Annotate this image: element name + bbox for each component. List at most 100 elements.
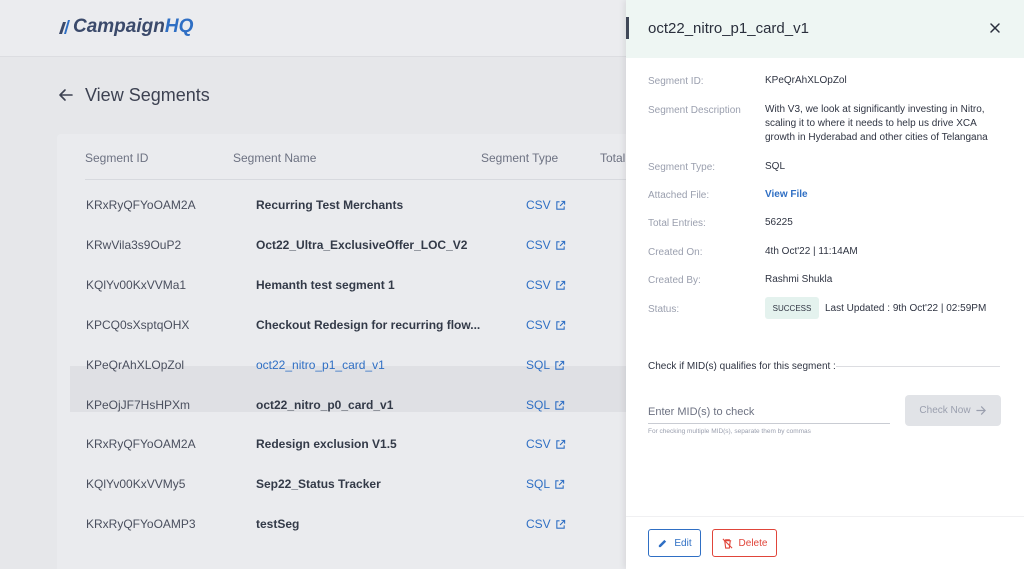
value-total-entries: 56225	[765, 217, 793, 228]
segment-name-cell[interactable]: oct22_nitro_p0_card_v1	[256, 398, 393, 412]
external-link-icon	[555, 200, 565, 210]
table-row[interactable]: KQlYv00KxVVMy5 Sep22_Status Tracker SQL	[0, 477, 640, 497]
segment-name-cell[interactable]: Hemanth test segment 1	[256, 278, 395, 292]
back-arrow-icon[interactable]	[58, 87, 74, 103]
segment-id-cell: KPeQrAhXLOpZol	[86, 358, 185, 372]
label-segment-id: Segment ID:	[648, 76, 704, 87]
segment-name-cell[interactable]: Recurring Test Merchants	[256, 198, 403, 212]
table-row[interactable]: KQlYv00KxVVMa1 Hemanth test segment 1 CSV	[0, 278, 640, 298]
brand-logo[interactable]: Campaign HQ	[57, 16, 193, 38]
mid-input[interactable]	[648, 400, 890, 424]
segment-name-cell[interactable]: Redesign exclusion V1.5	[256, 437, 397, 451]
segment-type-link[interactable]: SQL	[526, 398, 565, 412]
check-mid-title: Check if MID(s) qualifies for this segme…	[648, 361, 836, 372]
label-segment-description: Segment Description	[648, 105, 741, 116]
external-link-icon	[555, 439, 565, 449]
header-total: Total	[600, 151, 626, 165]
segment-type-link[interactable]: CSV	[526, 318, 566, 332]
segment-id-cell: KRwVila3s9OuP2	[86, 238, 182, 252]
segment-type-link[interactable]: CSV	[526, 278, 566, 292]
external-link-icon	[555, 400, 565, 410]
external-link-icon	[555, 320, 565, 330]
external-link-icon	[555, 280, 565, 290]
segment-name-cell[interactable]: Oct22_Ultra_ExclusiveOffer_LOC_V2	[256, 238, 467, 252]
segment-type-label: CSV	[526, 437, 551, 451]
segment-type-label: CSV	[526, 238, 551, 252]
table-row[interactable]: KRwVila3s9OuP2 Oct22_Ultra_ExclusiveOffer…	[0, 238, 640, 258]
last-updated-text: Last Updated : 9th Oct'22 | 02:59PM	[825, 303, 987, 314]
segment-id-cell: KQlYv00KxVVMy5	[86, 477, 186, 491]
header-segment-id: Segment ID	[85, 151, 149, 165]
segment-detail-drawer: oct22_nitro_p1_card_v1 Segment ID: KPeQr…	[626, 0, 1024, 569]
delete-label: Delete	[738, 537, 768, 549]
segment-type-label: CSV	[526, 318, 551, 332]
segment-type-link[interactable]: CSV	[526, 517, 566, 531]
table-row[interactable]: KPeOjJF7HsHPXm oct22_nitro_p0_card_v1 SQL	[0, 398, 640, 418]
segment-type-label: SQL	[526, 358, 551, 372]
check-now-button[interactable]: Check Now	[905, 395, 1001, 426]
external-link-icon	[555, 519, 565, 529]
value-segment-description: With V3, we look at significantly invest…	[765, 104, 988, 143]
segment-id-cell: KRxRyQFYoOAM2A	[86, 198, 196, 212]
external-link-icon	[555, 479, 565, 489]
edit-label: Edit	[674, 537, 692, 549]
segment-id-cell: KQlYv00KxVVMa1	[86, 278, 187, 292]
segment-type-link[interactable]: SQL	[526, 477, 565, 491]
segment-type-label: CSV	[526, 278, 551, 292]
segment-type-link[interactable]: CSV	[526, 437, 566, 451]
table-row[interactable]: KRxRyQFYoOAM2A Redesign exclusion V1.5 CSV	[0, 437, 640, 457]
delete-button[interactable]: Delete	[712, 529, 777, 557]
external-link-icon	[555, 360, 565, 370]
page-title: View Segments	[85, 85, 210, 105]
value-created-on: 4th Oct'22 | 11:14AM	[765, 246, 858, 257]
table-row[interactable]: KRxRyQFYoOAM2A Recurring Test Merchants CS…	[0, 198, 640, 218]
brand-name-part2: HQ	[164, 16, 194, 37]
header-segment-name: Segment Name	[233, 151, 317, 165]
segment-type-link[interactable]: CSV	[526, 238, 566, 252]
segment-type-link[interactable]: CSV	[526, 198, 566, 212]
close-icon[interactable]	[987, 20, 1003, 36]
status-badge: SUCCESS	[765, 297, 819, 319]
segment-id-cell: KPCQ0sXsptqOHX	[86, 318, 190, 332]
brand-name-part1: Campaign	[73, 16, 165, 37]
trash-icon	[722, 538, 733, 549]
segment-id-cell: KPeOjJF7HsHPXm	[86, 398, 191, 412]
segment-id-cell: KRxRyQFYoOAMP3	[86, 517, 196, 531]
table-header-divider	[85, 179, 645, 180]
view-file-link[interactable]: View File	[765, 188, 808, 202]
value-created-by: Rashmi Shukla	[765, 274, 833, 285]
check-mid-divider	[836, 366, 1000, 367]
segment-name-cell[interactable]: testSeg	[256, 517, 299, 531]
label-created-by: Created By:	[648, 275, 701, 286]
segment-type-link[interactable]: SQL	[526, 358, 565, 372]
label-status: Status:	[648, 304, 680, 315]
table-row[interactable]: KPCQ0sXsptqOHX Checkout Redesign for recu…	[0, 318, 640, 338]
drawer-title: oct22_nitro_p1_card_v1	[648, 20, 809, 37]
label-attached-file: Attached File:	[648, 190, 710, 201]
segment-name-cell[interactable]: Checkout Redesign for recurring flow...	[256, 318, 480, 332]
segment-name-cell[interactable]: Sep22_Status Tracker	[256, 477, 381, 491]
edit-button[interactable]: Edit	[648, 529, 701, 557]
segment-type-label: SQL	[526, 398, 551, 412]
drawer-header-accent	[626, 17, 629, 39]
value-segment-id: KPeQrAhXLOpZol	[765, 75, 847, 86]
table-row[interactable]: KPeQrAhXLOpZol oct22_nitro_p1_card_v1 SQL	[0, 358, 640, 378]
segment-type-label: SQL	[526, 477, 551, 491]
logo-mark-icon	[59, 20, 70, 34]
drawer-footer-divider	[626, 516, 1024, 517]
value-segment-type: SQL	[765, 161, 786, 172]
mid-input-helper: For checking multiple MID(s), separate t…	[648, 428, 811, 435]
check-now-label: Check Now	[919, 405, 971, 416]
segment-name-cell[interactable]: oct22_nitro_p1_card_v1	[256, 358, 385, 372]
table-row[interactable]: KRxRyQFYoOAMP3 testSeg CSV	[0, 517, 640, 537]
header-segment-type: Segment Type	[481, 151, 559, 165]
segment-id-cell: KRxRyQFYoOAM2A	[86, 437, 196, 451]
external-link-icon	[555, 240, 565, 250]
segment-type-label: CSV	[526, 517, 551, 531]
segment-type-label: CSV	[526, 198, 551, 212]
label-segment-type: Segment Type:	[648, 162, 716, 173]
arrow-right-icon	[975, 406, 986, 415]
label-created-on: Created On:	[648, 247, 703, 258]
label-total-entries: Total Entries:	[648, 218, 706, 229]
pencil-icon	[659, 539, 667, 547]
